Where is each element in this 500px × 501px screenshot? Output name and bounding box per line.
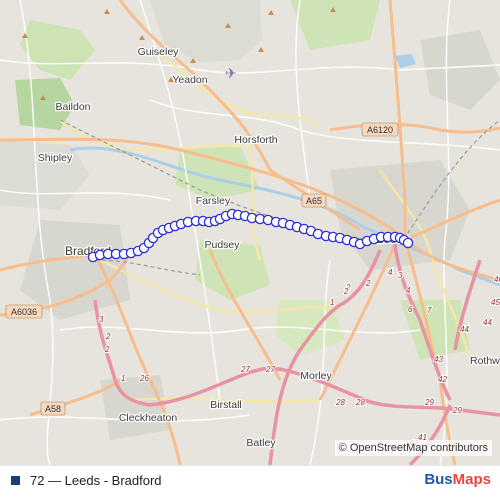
junction-number: 3 bbox=[398, 271, 403, 280]
place-horsforth: Horsforth bbox=[234, 134, 277, 146]
junction-number: 43 bbox=[434, 355, 443, 364]
busmaps-logo[interactable]: BusMaps bbox=[424, 470, 491, 490]
map-frame: ✈ A6120 A65 A6036 A58 3 2 2 1 26 27 27 28 28 29 29… bbox=[0, 0, 500, 501]
junction-number: 3 bbox=[99, 315, 104, 324]
airport-icon: ✈ bbox=[225, 65, 237, 81]
map-canvas[interactable]: ✈ A6120 A65 A6036 A58 3221 2627 2728 28 2929… bbox=[0, 0, 500, 465]
place-birstall: Birstall bbox=[210, 399, 242, 411]
junction-number: 29 bbox=[452, 406, 462, 415]
junction-number: 2 bbox=[105, 332, 111, 341]
junction-number: 7 bbox=[427, 306, 432, 315]
svg-text:A6036: A6036 bbox=[11, 307, 37, 317]
junction-number: 4 bbox=[388, 268, 393, 277]
junction-number: 44 bbox=[460, 325, 469, 334]
junction-number: 26 bbox=[139, 374, 149, 383]
svg-text:A65: A65 bbox=[306, 196, 322, 206]
junction-number: 27 bbox=[240, 365, 250, 374]
place-cleckheaton: Cleckheaton bbox=[119, 412, 178, 424]
svg-text:A58: A58 bbox=[45, 404, 61, 414]
route-label: 72 — Leeds - Bradford bbox=[30, 473, 162, 488]
junction-number: 45 bbox=[491, 298, 500, 307]
junction-number: 1 bbox=[330, 298, 334, 307]
junction-number: 44 bbox=[483, 318, 492, 327]
place-yeadon: Yeadon bbox=[172, 74, 207, 86]
route-map[interactable]: ✈ A6120 A65 A6036 A58 3 2 2 1 26 27 27 28 28 29 29… bbox=[0, 0, 500, 465]
junction-number: 27 bbox=[265, 365, 275, 374]
place-farsley: Farsley bbox=[196, 195, 231, 207]
junction-number: 42 bbox=[438, 375, 447, 384]
place-batley: Batley bbox=[246, 437, 276, 449]
brand-part-bus: Bus bbox=[424, 471, 453, 488]
place-morley: Morley bbox=[300, 370, 332, 382]
junction-number: 6 bbox=[408, 305, 413, 314]
bus-stop-marker[interactable] bbox=[402, 237, 414, 249]
map-attribution[interactable]: © OpenStreetMap contributors bbox=[334, 440, 492, 456]
junction-number: 46 bbox=[494, 275, 500, 284]
junction-number: 4 bbox=[406, 286, 411, 295]
place-pudsey: Pudsey bbox=[204, 239, 240, 251]
junction-number: 2 bbox=[104, 345, 110, 354]
place-baildon: Baildon bbox=[55, 101, 90, 113]
junction-number: 28 bbox=[335, 398, 345, 407]
junction-number: 2 bbox=[365, 279, 371, 288]
route-color-swatch bbox=[11, 476, 20, 485]
junction-number: 29 bbox=[424, 398, 434, 407]
svg-text:A6120: A6120 bbox=[367, 125, 393, 135]
junction-number: 2 bbox=[343, 287, 349, 296]
junction-number: 28 bbox=[355, 398, 365, 407]
place-shipley: Shipley bbox=[38, 152, 73, 164]
brand-part-maps: Maps bbox=[452, 471, 491, 488]
junction-number: 1 bbox=[121, 374, 125, 383]
place-rothwell: Rothw bbox=[470, 355, 500, 367]
place-guiseley: Guiseley bbox=[138, 46, 180, 58]
